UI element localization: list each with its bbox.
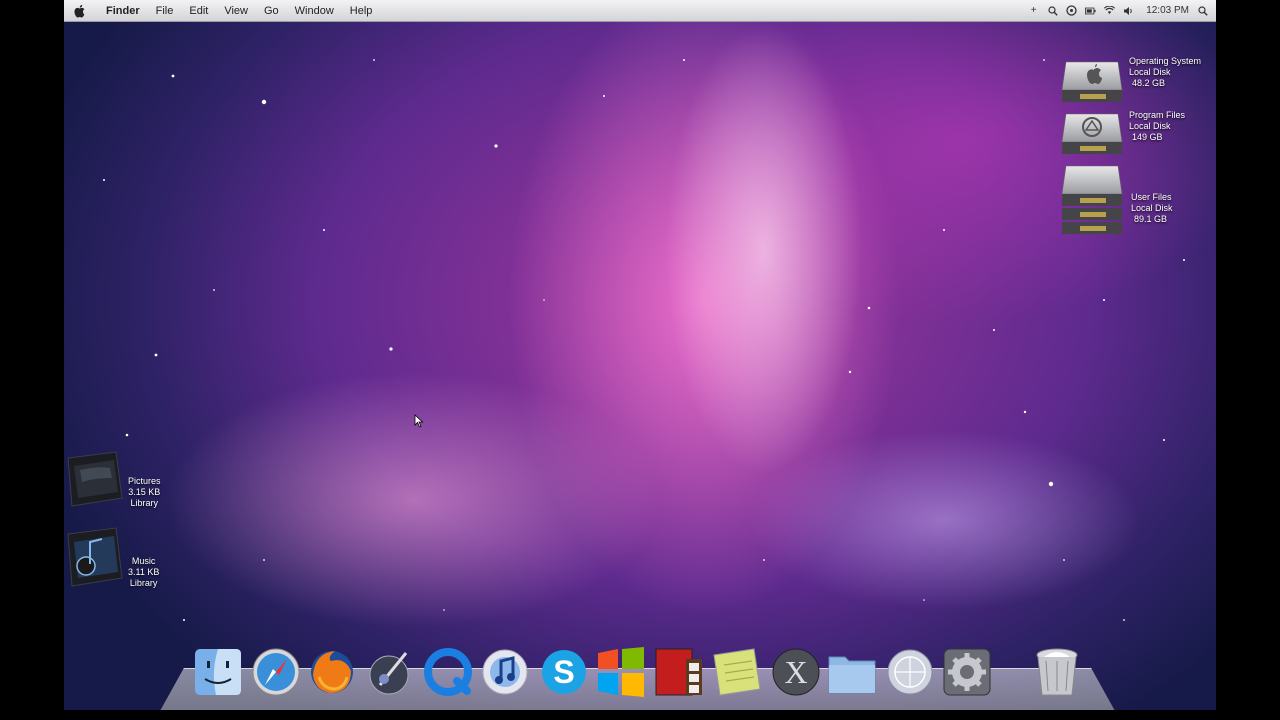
drive-size: 89.1 GB	[1134, 214, 1168, 224]
drive-name: Program Files	[1129, 110, 1186, 120]
menu-file[interactable]: File	[156, 5, 174, 17]
svg-text:X: X	[784, 654, 807, 690]
dock-system-preferences[interactable]	[940, 645, 994, 703]
folder-pictures[interactable]: Pictures 3.15 KB Library	[64, 448, 161, 515]
trash-icon	[1036, 648, 1078, 696]
hard-drive-stack-icon	[1061, 165, 1123, 234]
drive-size: 48.2 GB	[1132, 78, 1166, 88]
system-preferences-icon	[943, 648, 991, 696]
menu-view[interactable]: View	[224, 5, 248, 17]
drive-size: 149 GB	[1132, 132, 1163, 142]
safari-icon	[252, 648, 300, 696]
finder-icon	[195, 649, 241, 695]
dock-trash[interactable]	[1030, 645, 1084, 703]
sync-icon[interactable]	[1066, 5, 1077, 16]
dock-quicktime[interactable]	[421, 645, 475, 703]
dock-safari[interactable]	[249, 645, 303, 703]
folder-name: Music	[131, 556, 156, 566]
hard-drive-program-icon	[1061, 113, 1123, 154]
documents-folder-icon	[828, 656, 876, 694]
spotlight-icon[interactable]	[1197, 5, 1208, 16]
desktop[interactable]: Finder File Edit View Go Window Help + 1…	[64, 0, 1216, 710]
folder-size: 3.15 KB	[128, 487, 161, 497]
drive-type: Local Disk	[1131, 203, 1173, 213]
dock-notes[interactable]	[710, 645, 764, 703]
music-folder-icon	[67, 527, 123, 587]
folder-kind: Library	[130, 498, 159, 508]
menu-bar: Finder File Edit View Go Window Help + 1…	[64, 0, 1216, 22]
dock-photo-booth[interactable]	[652, 645, 706, 703]
quicktime-icon	[424, 648, 472, 696]
search-small-icon[interactable]	[1047, 5, 1058, 16]
drive-program-files[interactable]: Program Files Local Disk 149 GB	[1060, 110, 1185, 165]
drive-type: Local Disk	[1129, 67, 1171, 77]
menu-clock[interactable]: 12:03 PM	[1146, 5, 1189, 16]
hard-drive-apple-icon	[1061, 61, 1123, 102]
dock-network[interactable]	[883, 645, 937, 703]
itunes-icon	[482, 649, 528, 695]
svg-text:S: S	[553, 654, 574, 690]
photo-booth-icon	[655, 648, 702, 696]
starfield	[103, 59, 1185, 621]
drive-name: Operating System	[1129, 56, 1202, 66]
dock-itunes[interactable]	[478, 645, 532, 703]
menu-help[interactable]: Help	[350, 5, 373, 17]
network-icon	[887, 649, 933, 695]
photo-editor-icon	[369, 652, 409, 695]
folder-music[interactable]: Music 3.11 KB Library	[64, 526, 159, 597]
menu-window[interactable]: Window	[295, 5, 334, 17]
dock-mac-os-x[interactable]: X	[769, 645, 823, 703]
battery-icon[interactable]	[1085, 5, 1096, 16]
folder-size: 3.11 KB	[128, 567, 160, 577]
pictures-folder-icon	[67, 451, 123, 507]
menu-extras: + 12:03 PM	[1028, 0, 1208, 21]
firefox-icon	[311, 651, 353, 693]
folder-kind: Library	[129, 578, 158, 588]
dock-skype[interactable]: S	[537, 645, 591, 703]
folder-name: Pictures	[128, 476, 161, 486]
skype-icon: S	[542, 650, 586, 694]
dock-firefox[interactable]	[305, 645, 359, 703]
drive-type: Local Disk	[1129, 121, 1171, 131]
plus-icon[interactable]: +	[1028, 5, 1039, 16]
drive-user-files[interactable]: User Files Local Disk 89.1 GB	[1060, 164, 1173, 247]
notes-icon	[713, 648, 761, 696]
drive-name: User Files	[1131, 192, 1172, 202]
menu-go[interactable]: Go	[264, 5, 279, 17]
drive-operating-system[interactable]: Operating System Local Disk 48.2 GB	[1060, 56, 1201, 113]
apple-menu-icon[interactable]	[72, 3, 88, 19]
dock-windows[interactable]	[594, 645, 648, 703]
dock-documents-folder[interactable]	[825, 645, 879, 703]
volume-icon[interactable]	[1123, 5, 1134, 16]
mouse-cursor-icon	[414, 414, 424, 428]
wifi-icon[interactable]	[1104, 5, 1116, 16]
windows-icon	[598, 647, 644, 697]
menu-app-finder[interactable]: Finder	[106, 5, 140, 17]
mac-os-x-icon: X	[772, 648, 820, 696]
dock-finder[interactable]	[191, 645, 245, 703]
dock-photo-editor[interactable]	[362, 645, 416, 703]
menu-edit[interactable]: Edit	[189, 5, 208, 17]
